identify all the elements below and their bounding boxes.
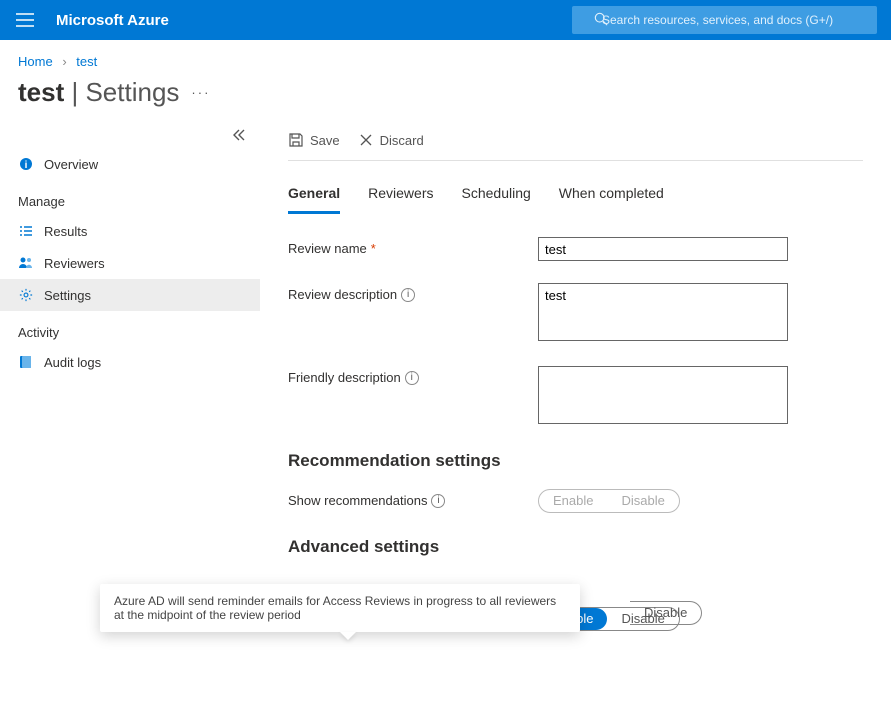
toggle-disable: Disable (607, 490, 678, 512)
sidebar-label: Reviewers (44, 256, 105, 271)
sidebar-item-overview[interactable]: i Overview (0, 148, 260, 180)
show-recommendations-toggle: Enable Disable (538, 489, 680, 513)
sidebar-label: Overview (44, 157, 98, 172)
book-icon (18, 354, 34, 370)
title-bar: test | Settings ··· (0, 73, 891, 122)
sidebar-label: Audit logs (44, 355, 101, 370)
save-label: Save (310, 133, 340, 148)
gear-icon (18, 287, 34, 303)
people-icon (18, 255, 34, 271)
tab-scheduling[interactable]: Scheduling (462, 179, 531, 214)
checklist-icon (18, 223, 34, 239)
advanced-heading: Advanced settings (288, 537, 863, 557)
breadcrumb-home[interactable]: Home (18, 54, 53, 69)
chevron-right-icon: › (62, 54, 66, 69)
recommendation-heading: Recommendation settings (288, 451, 863, 471)
chevron-double-left-icon (232, 128, 246, 142)
label-text: Show recommendations (288, 493, 427, 508)
title-sep: | (64, 77, 85, 107)
review-name-label: Review name * (288, 237, 538, 256)
sidebar-heading-manage: Manage (0, 180, 260, 215)
breadcrumb-item[interactable]: test (76, 54, 97, 69)
close-icon (358, 132, 374, 148)
info-icon[interactable]: i (405, 371, 419, 385)
main-panel: Save Discard General Reviewers Schedulin… (260, 122, 891, 693)
info-icon[interactable]: i (401, 288, 415, 302)
breadcrumb: Home › test (0, 40, 891, 73)
tab-reviewers[interactable]: Reviewers (368, 179, 433, 214)
search-wrap (572, 6, 891, 34)
friendly-description-input[interactable] (538, 366, 788, 424)
save-icon (288, 132, 304, 148)
sidebar-item-audit[interactable]: Audit logs (0, 346, 260, 378)
hamburger-icon (16, 13, 34, 27)
review-description-input[interactable]: test (538, 283, 788, 341)
discard-button[interactable]: Discard (358, 132, 424, 148)
brand-label: Microsoft Azure (56, 12, 169, 29)
tooltip-text: Azure AD will send reminder emails for A… (114, 594, 556, 622)
menu-button[interactable] (0, 13, 50, 27)
tabs: General Reviewers Scheduling When comple… (288, 179, 863, 215)
sidebar-item-results[interactable]: Results (0, 215, 260, 247)
info-icon[interactable]: i (431, 494, 445, 508)
sidebar-label: Settings (44, 288, 91, 303)
required-indicator: * (371, 241, 376, 256)
title-page: Settings (85, 77, 179, 107)
sidebar-item-settings[interactable]: Settings (0, 279, 260, 311)
search-input[interactable] (572, 6, 877, 34)
search-icon (594, 12, 608, 29)
save-button[interactable]: Save (288, 132, 340, 148)
label-text: Review name (288, 241, 367, 256)
tab-general[interactable]: General (288, 179, 340, 214)
friendly-description-label: Friendly description i (288, 366, 538, 385)
svg-text:i: i (25, 160, 28, 171)
page-title: test | Settings (18, 77, 179, 108)
advanced-row1-toggle[interactable]: Disable (630, 601, 702, 625)
label-text: Review description (288, 287, 397, 302)
collapse-button[interactable] (232, 128, 246, 145)
show-recommendations-label: Show recommendations i (288, 489, 538, 508)
top-bar: Microsoft Azure (0, 0, 891, 40)
more-button[interactable]: ··· (191, 85, 210, 100)
sidebar-heading-activity: Activity (0, 311, 260, 346)
review-name-input[interactable] (538, 237, 788, 261)
info-icon: i (18, 156, 34, 172)
sidebar-item-reviewers[interactable]: Reviewers (0, 247, 260, 279)
title-name: test (18, 77, 64, 107)
discard-label: Discard (380, 133, 424, 148)
reminders-tooltip: Azure AD will send reminder emails for A… (100, 584, 580, 632)
label-text: Friendly description (288, 370, 401, 385)
sidebar-label: Results (44, 224, 87, 239)
toggle-disable[interactable]: Disable (630, 602, 701, 624)
toolbar: Save Discard (288, 122, 863, 161)
toggle-enable: Enable (539, 490, 607, 512)
tab-completed[interactable]: When completed (559, 179, 664, 214)
review-description-label: Review description i (288, 283, 538, 302)
